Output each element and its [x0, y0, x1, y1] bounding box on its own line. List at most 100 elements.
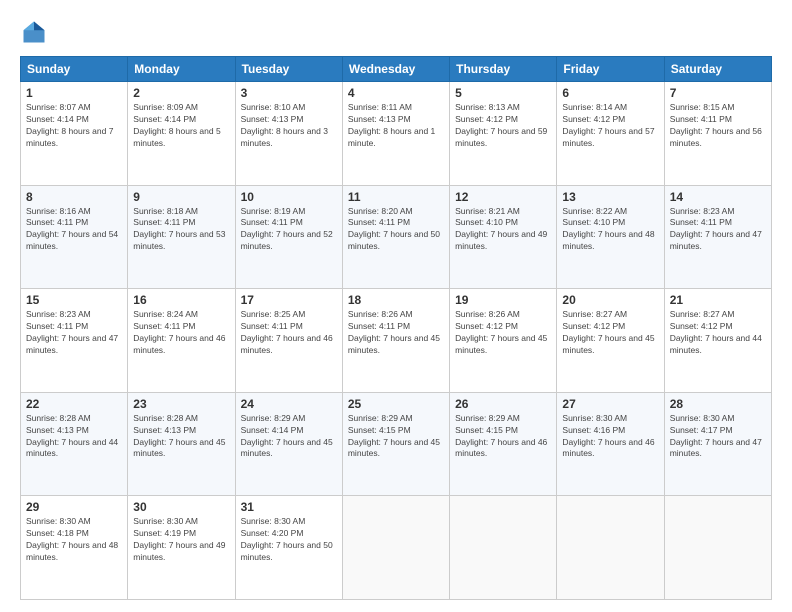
header — [20, 18, 772, 46]
header-cell-thursday: Thursday — [450, 57, 557, 82]
day-info: Sunrise: 8:27 AMSunset: 4:12 PMDaylight:… — [670, 309, 766, 357]
calendar-cell: 31 Sunrise: 8:30 AMSunset: 4:20 PMDayligh… — [235, 496, 342, 600]
day-number: 29 — [26, 500, 122, 514]
calendar-cell: 12 Sunrise: 8:21 AMSunset: 4:10 PMDayligh… — [450, 185, 557, 289]
day-info: Sunrise: 8:26 AMSunset: 4:12 PMDaylight:… — [455, 309, 551, 357]
calendar-cell: 5 Sunrise: 8:13 AMSunset: 4:12 PMDaylight… — [450, 82, 557, 186]
header-row: SundayMondayTuesdayWednesdayThursdayFrid… — [21, 57, 772, 82]
day-info: Sunrise: 8:30 AMSunset: 4:17 PMDaylight:… — [670, 413, 766, 461]
week-row-2: 8 Sunrise: 8:16 AMSunset: 4:11 PMDaylight… — [21, 185, 772, 289]
calendar-cell: 14 Sunrise: 8:23 AMSunset: 4:11 PMDayligh… — [664, 185, 771, 289]
calendar-cell: 28 Sunrise: 8:30 AMSunset: 4:17 PMDayligh… — [664, 392, 771, 496]
calendar-cell: 1Sunrise: 8:07 AMSunset: 4:14 PMDaylight… — [21, 82, 128, 186]
calendar-cell: 29 Sunrise: 8:30 AMSunset: 4:18 PMDayligh… — [21, 496, 128, 600]
calendar-cell: 11 Sunrise: 8:20 AMSunset: 4:11 PMDayligh… — [342, 185, 449, 289]
day-number: 28 — [670, 397, 766, 411]
header-cell-wednesday: Wednesday — [342, 57, 449, 82]
day-info: Sunrise: 8:29 AMSunset: 4:14 PMDaylight:… — [241, 413, 337, 461]
day-info: Sunrise: 8:09 AMSunset: 4:14 PMDaylight:… — [133, 102, 229, 150]
calendar-cell — [664, 496, 771, 600]
day-info: Sunrise: 8:30 AMSunset: 4:16 PMDaylight:… — [562, 413, 658, 461]
calendar-cell: 10 Sunrise: 8:19 AMSunset: 4:11 PMDayligh… — [235, 185, 342, 289]
day-number: 23 — [133, 397, 229, 411]
header-cell-monday: Monday — [128, 57, 235, 82]
day-number: 7 — [670, 86, 766, 100]
day-info: Sunrise: 8:24 AMSunset: 4:11 PMDaylight:… — [133, 309, 229, 357]
day-info: Sunrise: 8:22 AMSunset: 4:10 PMDaylight:… — [562, 206, 658, 254]
calendar-table: SundayMondayTuesdayWednesdayThursdayFrid… — [20, 56, 772, 600]
day-number: 16 — [133, 293, 229, 307]
calendar-cell: 9Sunrise: 8:18 AMSunset: 4:11 PMDaylight… — [128, 185, 235, 289]
calendar-cell: 16 Sunrise: 8:24 AMSunset: 4:11 PMDayligh… — [128, 289, 235, 393]
week-row-5: 29 Sunrise: 8:30 AMSunset: 4:18 PMDayligh… — [21, 496, 772, 600]
calendar-cell: 20 Sunrise: 8:27 AMSunset: 4:12 PMDayligh… — [557, 289, 664, 393]
day-info: Sunrise: 8:26 AMSunset: 4:11 PMDaylight:… — [348, 309, 444, 357]
calendar-cell: 26 Sunrise: 8:29 AMSunset: 4:15 PMDayligh… — [450, 392, 557, 496]
day-info: Sunrise: 8:14 AMSunset: 4:12 PMDaylight:… — [562, 102, 658, 150]
day-info: Sunrise: 8:20 AMSunset: 4:11 PMDaylight:… — [348, 206, 444, 254]
day-info: Sunrise: 8:10 AMSunset: 4:13 PMDaylight:… — [241, 102, 337, 150]
header-cell-saturday: Saturday — [664, 57, 771, 82]
day-info: Sunrise: 8:29 AMSunset: 4:15 PMDaylight:… — [455, 413, 551, 461]
calendar-cell: 27Sunrise: 8:30 AMSunset: 4:16 PMDayligh… — [557, 392, 664, 496]
logo-icon — [20, 18, 48, 46]
day-number: 11 — [348, 190, 444, 204]
header-cell-sunday: Sunday — [21, 57, 128, 82]
day-number: 6 — [562, 86, 658, 100]
day-number: 8 — [26, 190, 122, 204]
calendar-cell: 21 Sunrise: 8:27 AMSunset: 4:12 PMDayligh… — [664, 289, 771, 393]
day-info: Sunrise: 8:30 AMSunset: 4:18 PMDaylight:… — [26, 516, 122, 564]
day-number: 21 — [670, 293, 766, 307]
calendar-cell: 23 Sunrise: 8:28 AMSunset: 4:13 PMDayligh… — [128, 392, 235, 496]
calendar-cell: 6 Sunrise: 8:14 AMSunset: 4:12 PMDaylight… — [557, 82, 664, 186]
calendar-cell: 24 Sunrise: 8:29 AMSunset: 4:14 PMDayligh… — [235, 392, 342, 496]
week-row-1: 1Sunrise: 8:07 AMSunset: 4:14 PMDaylight… — [21, 82, 772, 186]
day-info: Sunrise: 8:21 AMSunset: 4:10 PMDaylight:… — [455, 206, 551, 254]
day-info: Sunrise: 8:23 AMSunset: 4:11 PMDaylight:… — [26, 309, 122, 357]
day-number: 18 — [348, 293, 444, 307]
day-info: Sunrise: 8:23 AMSunset: 4:11 PMDaylight:… — [670, 206, 766, 254]
day-info: Sunrise: 8:13 AMSunset: 4:12 PMDaylight:… — [455, 102, 551, 150]
day-number: 4 — [348, 86, 444, 100]
day-number: 20 — [562, 293, 658, 307]
day-info: Sunrise: 8:29 AMSunset: 4:15 PMDaylight:… — [348, 413, 444, 461]
calendar-cell: 15Sunrise: 8:23 AMSunset: 4:11 PMDayligh… — [21, 289, 128, 393]
day-number: 25 — [348, 397, 444, 411]
calendar-cell: 4Sunrise: 8:11 AMSunset: 4:13 PMDaylight… — [342, 82, 449, 186]
week-row-4: 22 Sunrise: 8:28 AMSunset: 4:13 PMDayligh… — [21, 392, 772, 496]
day-number: 30 — [133, 500, 229, 514]
day-info: Sunrise: 8:25 AMSunset: 4:11 PMDaylight:… — [241, 309, 337, 357]
day-number: 26 — [455, 397, 551, 411]
day-info: Sunrise: 8:27 AMSunset: 4:12 PMDaylight:… — [562, 309, 658, 357]
day-info: Sunrise: 8:30 AMSunset: 4:19 PMDaylight:… — [133, 516, 229, 564]
day-number: 12 — [455, 190, 551, 204]
calendar-cell — [557, 496, 664, 600]
day-info: Sunrise: 8:28 AMSunset: 4:13 PMDaylight:… — [133, 413, 229, 461]
calendar-cell: 17Sunrise: 8:25 AMSunset: 4:11 PMDayligh… — [235, 289, 342, 393]
day-number: 5 — [455, 86, 551, 100]
calendar-cell — [450, 496, 557, 600]
day-number: 14 — [670, 190, 766, 204]
day-number: 22 — [26, 397, 122, 411]
calendar-cell: 8 Sunrise: 8:16 AMSunset: 4:11 PMDaylight… — [21, 185, 128, 289]
week-row-3: 15Sunrise: 8:23 AMSunset: 4:11 PMDayligh… — [21, 289, 772, 393]
day-number: 19 — [455, 293, 551, 307]
day-number: 31 — [241, 500, 337, 514]
day-number: 24 — [241, 397, 337, 411]
day-info: Sunrise: 8:28 AMSunset: 4:13 PMDaylight:… — [26, 413, 122, 461]
day-number: 13 — [562, 190, 658, 204]
calendar-cell: 3 Sunrise: 8:10 AMSunset: 4:13 PMDaylight… — [235, 82, 342, 186]
day-info: Sunrise: 8:19 AMSunset: 4:11 PMDaylight:… — [241, 206, 337, 254]
page: SundayMondayTuesdayWednesdayThursdayFrid… — [0, 0, 792, 612]
day-number: 10 — [241, 190, 337, 204]
calendar-cell: 2 Sunrise: 8:09 AMSunset: 4:14 PMDaylight… — [128, 82, 235, 186]
calendar-cell — [342, 496, 449, 600]
day-info: Sunrise: 8:30 AMSunset: 4:20 PMDaylight:… — [241, 516, 337, 564]
calendar-cell: 13 Sunrise: 8:22 AMSunset: 4:10 PMDayligh… — [557, 185, 664, 289]
day-info: Sunrise: 8:16 AMSunset: 4:11 PMDaylight:… — [26, 206, 122, 254]
logo — [20, 18, 52, 46]
day-info: Sunrise: 8:07 AMSunset: 4:14 PMDaylight:… — [26, 102, 122, 150]
header-cell-friday: Friday — [557, 57, 664, 82]
day-number: 2 — [133, 86, 229, 100]
day-number: 3 — [241, 86, 337, 100]
